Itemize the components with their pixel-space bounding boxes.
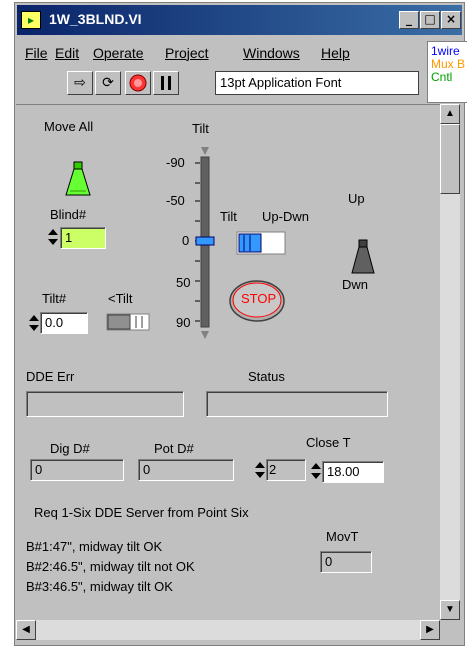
dde-err-label: DDE Err <box>26 369 75 384</box>
status-label: Status <box>248 369 285 384</box>
note-line: B#3:46.5", midway tilt OK <box>26 579 173 594</box>
tilt-slider-thumb <box>195 236 215 246</box>
vertical-scroll-thumb[interactable] <box>440 124 460 194</box>
movt-label: MovT <box>326 529 359 544</box>
palette-line-3: Cntl <box>431 70 453 84</box>
tilt-num-label: Tilt# <box>42 291 67 306</box>
req-text: Req 1-Six DDE Server from Point Six <box>34 505 249 520</box>
lt-tilt-switch[interactable] <box>106 313 150 331</box>
tilt-scale-label: 50 <box>176 275 191 290</box>
tilt-updwn-label: Tilt <box>220 209 237 224</box>
close-count-spinner-icon[interactable] <box>254 460 266 480</box>
pot-label: Pot D# <box>154 441 194 456</box>
close-t-label: Close T <box>306 435 351 450</box>
tools-palette[interactable]: 1wire Mux B Cntl <box>427 41 467 103</box>
menu-bar: File Edit Operate Project Windows Help <box>17 41 417 63</box>
tilt-label: Tilt <box>192 121 209 136</box>
menu-windows[interactable]: Windows <box>243 45 300 61</box>
run-continuous-icon[interactable]: ⟳ <box>95 71 121 95</box>
menu-edit[interactable]: Edit <box>55 45 79 61</box>
close-t-input[interactable]: 18.00 <box>322 461 384 483</box>
close-button[interactable]: × <box>441 11 461 29</box>
font-select[interactable]: 13pt Application Font <box>215 71 419 95</box>
horizontal-scrollbar[interactable]: ◀ ▶ <box>16 620 440 640</box>
dde-err-indicator <box>26 391 184 417</box>
lt-tilt-label: <Tilt <box>108 291 133 306</box>
pot-indicator: 0 <box>138 459 234 481</box>
menu-operate[interactable]: Operate <box>93 45 144 61</box>
pause-icon[interactable] <box>153 71 179 95</box>
abort-icon[interactable] <box>125 71 151 95</box>
close-count-input[interactable]: 2 <box>266 459 306 481</box>
scroll-up-icon[interactable]: ▲ <box>440 104 460 124</box>
vertical-scrollbar[interactable]: ▲ ▼ <box>440 104 460 620</box>
movt-indicator: 0 <box>320 551 372 573</box>
vi-icon: ▸ <box>21 11 41 29</box>
status-indicator <box>206 391 388 417</box>
scroll-right-icon[interactable]: ▶ <box>420 620 440 640</box>
run-arrow-icon[interactable]: ⇨ <box>67 71 93 95</box>
dwn-label: Dwn <box>342 277 369 292</box>
tilt-scale-label: 90 <box>176 315 191 330</box>
maximize-button[interactable]: □ <box>420 11 440 29</box>
note-line: B#2:46.5", midway tilt not OK <box>26 559 195 574</box>
note-line: B#1:47", midway tilt OK <box>26 539 163 554</box>
window-title: 1W_3BLND.VI <box>49 11 142 27</box>
up-label: Up <box>348 191 365 206</box>
updwn-label: Up-Dwn <box>262 209 309 224</box>
updown-button-icon[interactable] <box>350 239 376 275</box>
close-t-spinner-icon[interactable] <box>310 461 322 481</box>
tilt-scale-label: -50 <box>166 193 185 208</box>
menu-file[interactable]: File <box>25 45 48 61</box>
blind-spinner-icon[interactable] <box>47 227 59 247</box>
scroll-left-icon[interactable]: ◀ <box>16 620 36 640</box>
tilt-num-input[interactable]: 0.0 <box>40 312 88 334</box>
dig-label: Dig D# <box>50 441 90 456</box>
scroll-down-icon[interactable]: ▼ <box>440 600 460 620</box>
tilt-num-spinner-icon[interactable] <box>28 313 40 333</box>
tilt-slider[interactable] <box>192 145 222 341</box>
tilt-scale-label: -90 <box>166 155 185 170</box>
tilt-scale-label: 0 <box>182 233 190 248</box>
tilt-updwn-switch[interactable] <box>236 231 286 255</box>
menu-project[interactable]: Project <box>165 45 209 61</box>
blind-label: Blind# <box>50 207 87 222</box>
front-panel: Move All Blind# 1 Tilt -90 -50 0 50 90 T… <box>16 104 440 621</box>
blind-input[interactable]: 1 <box>60 227 106 249</box>
move-all-label: Move All <box>44 119 94 134</box>
title-bar[interactable]: ▸ 1W_3BLND.VI _ □ × <box>17 5 462 35</box>
menu-help[interactable]: Help <box>321 45 350 61</box>
minimize-button[interactable]: _ <box>399 11 419 29</box>
dig-indicator: 0 <box>30 459 124 481</box>
stop-label: STOP <box>241 291 277 306</box>
move-all-button-icon[interactable] <box>64 161 92 199</box>
